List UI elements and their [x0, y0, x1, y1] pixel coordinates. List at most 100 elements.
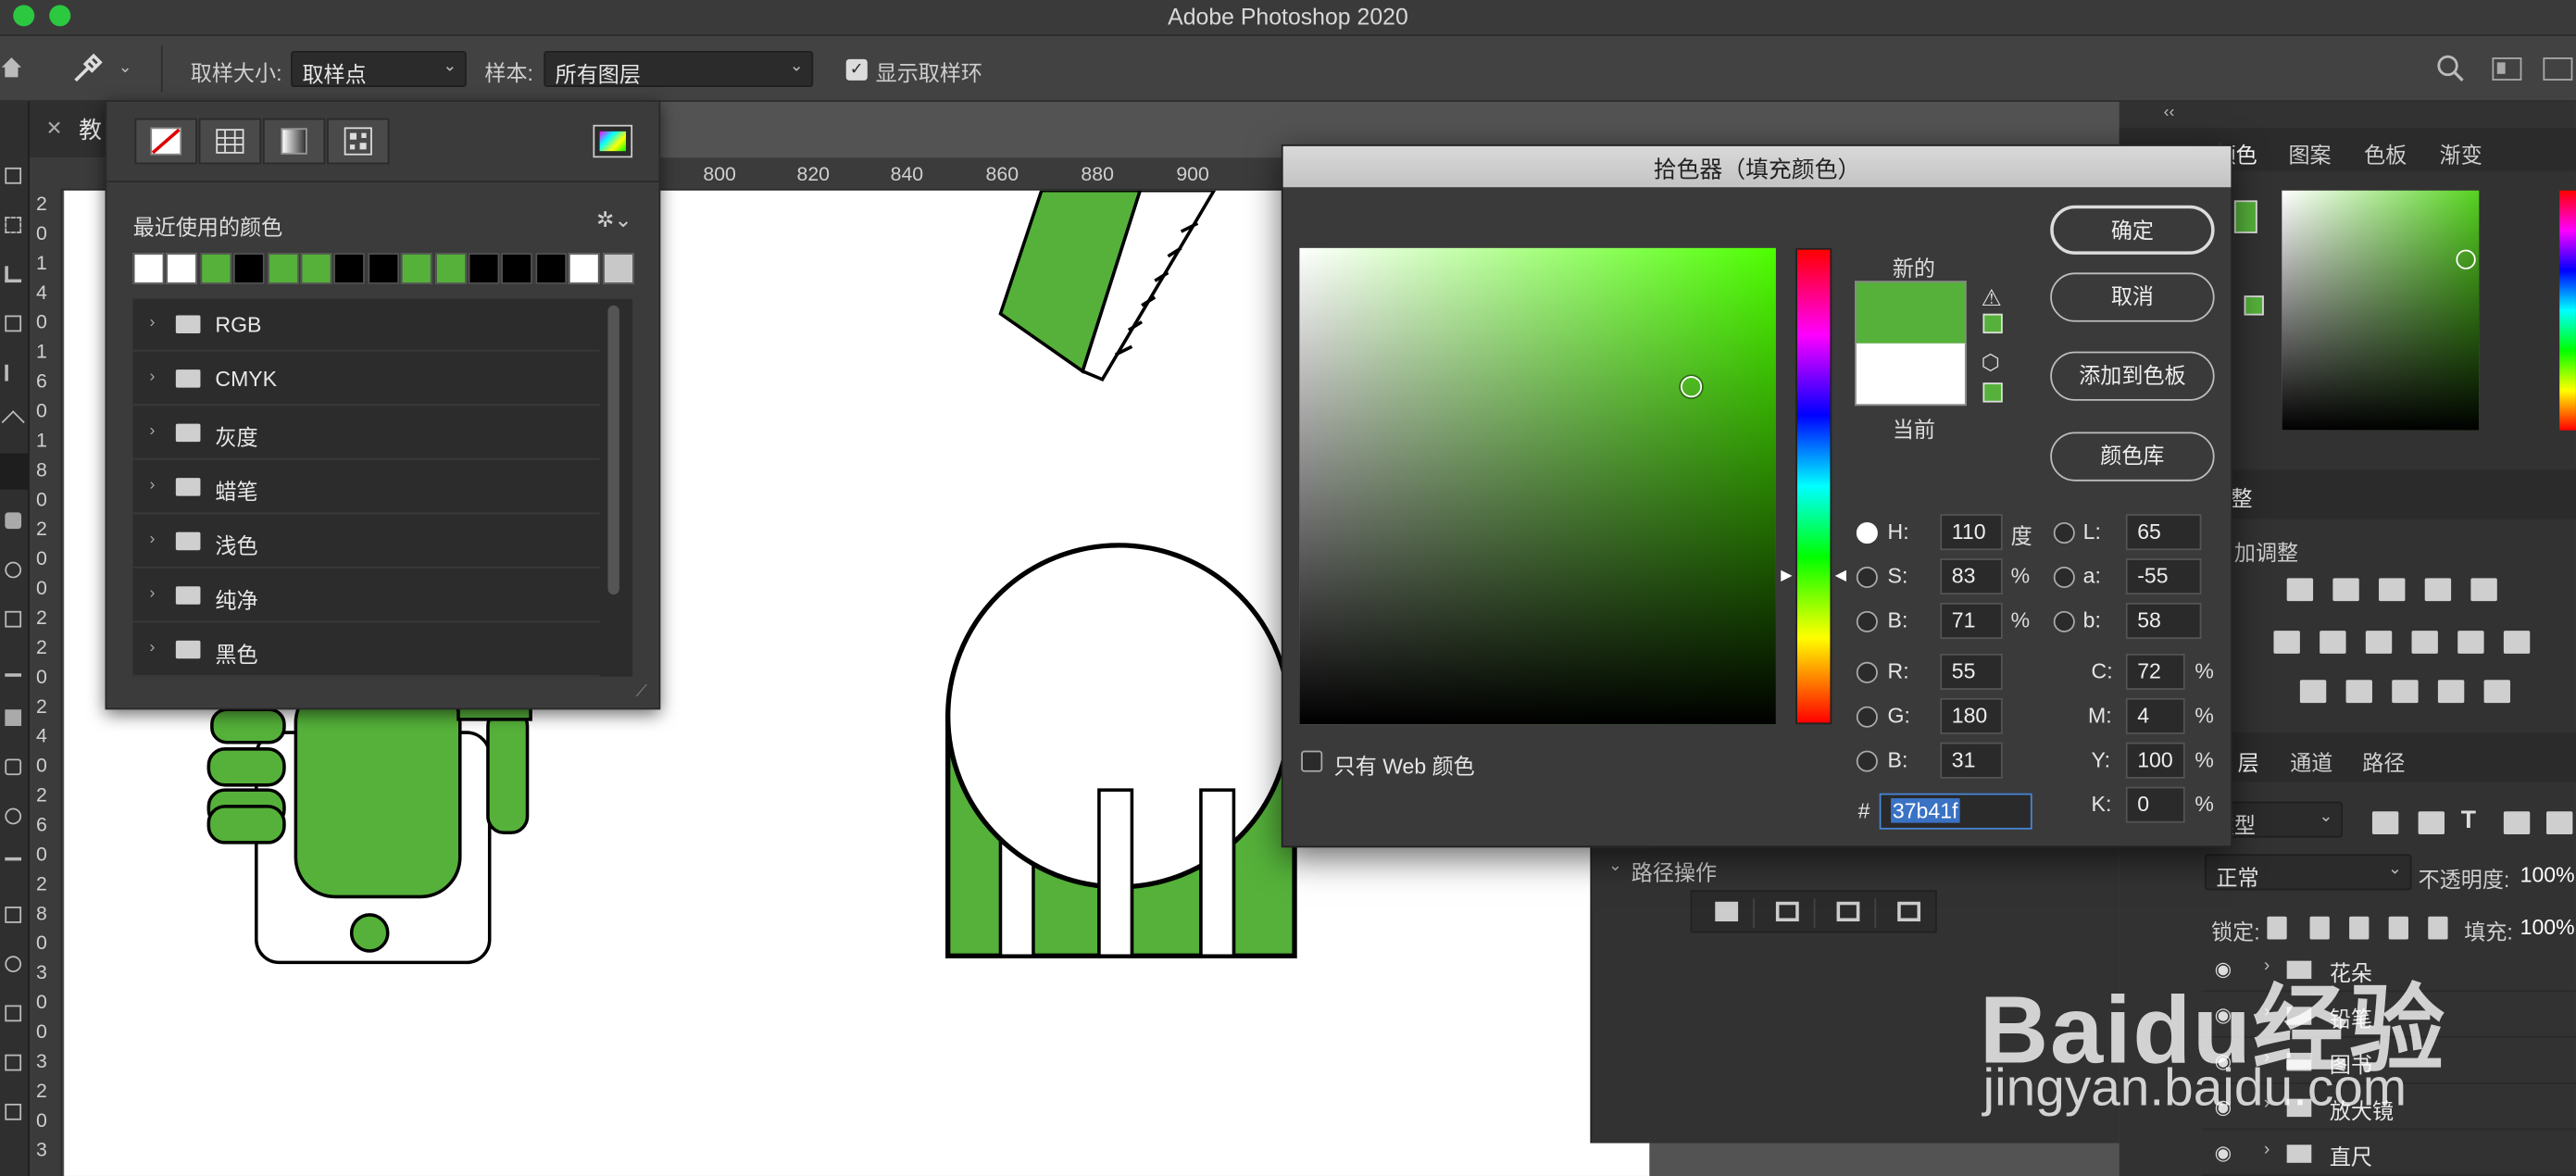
- gradient-map-icon[interactable]: [2483, 680, 2510, 704]
- tab-swatches[interactable]: 色板: [2364, 138, 2407, 169]
- share-icon[interactable]: [2543, 57, 2573, 81]
- recent-color-swatch[interactable]: [333, 253, 366, 284]
- black-input[interactable]: 0: [2125, 786, 2185, 823]
- resize-grip-icon[interactable]: ⟋: [636, 683, 647, 702]
- more-tools-icon[interactable]: [5, 1054, 22, 1071]
- out-of-gamut-warning-icon[interactable]: ⚠: [1982, 284, 2002, 312]
- transform-tool-icon[interactable]: [1, 410, 25, 434]
- fill-value[interactable]: 100%: [2520, 915, 2575, 940]
- sample-dropdown[interactable]: 所有图层 ⌄: [544, 50, 814, 88]
- exclude-shape-button[interactable]: [1888, 898, 1934, 928]
- gear-icon[interactable]: ✲⌄: [596, 206, 632, 232]
- ruler-tool-icon[interactable]: [5, 364, 21, 382]
- sample-size-dropdown[interactable]: 取样点 ⌄: [291, 50, 467, 88]
- recent-color-swatch[interactable]: [267, 253, 299, 284]
- b-channel-input[interactable]: 58: [2125, 602, 2202, 639]
- type-filter-icon[interactable]: T: [2461, 807, 2476, 834]
- gradient-button[interactable]: [262, 118, 326, 165]
- tab-channels[interactable]: 通道: [2290, 745, 2332, 777]
- history-tool-icon[interactable]: [5, 660, 22, 677]
- web-colors-only-checkbox[interactable]: [1301, 750, 1323, 772]
- color-libraries-button[interactable]: 颜色库: [2050, 432, 2215, 482]
- cancel-button[interactable]: 取消: [2050, 272, 2215, 322]
- eyedropper-tool-selected[interactable]: [0, 453, 30, 490]
- posterize-icon[interactable]: [2345, 680, 2372, 704]
- curves-icon[interactable]: [2379, 578, 2406, 602]
- collapse-panels-icon[interactable]: ‹‹: [2164, 104, 2175, 122]
- scrollbar[interactable]: [607, 305, 619, 595]
- lasso-tool-icon[interactable]: [5, 217, 22, 233]
- recent-color-swatch[interactable]: [468, 253, 500, 284]
- vibrance-icon[interactable]: [2470, 578, 2497, 602]
- eyedropper-tool-icon[interactable]: [69, 51, 106, 87]
- brightness-icon[interactable]: [2286, 578, 2314, 602]
- blue-radio[interactable]: [1856, 750, 1878, 772]
- cyan-input[interactable]: 72: [2125, 653, 2185, 690]
- type-tool-icon[interactable]: [5, 857, 22, 874]
- yellow-input[interactable]: 100: [2125, 742, 2185, 779]
- marquee-tool-icon[interactable]: [5, 167, 22, 184]
- lightness-radio[interactable]: [2053, 522, 2075, 544]
- color-picker-button[interactable]: [593, 124, 633, 158]
- lock-transparency-icon[interactable]: [2267, 916, 2287, 940]
- web-safe-cube-icon[interactable]: ⬡: [1982, 350, 2000, 376]
- hue-radio[interactable]: [1856, 522, 1878, 544]
- selective-color-icon[interactable]: [2437, 680, 2465, 704]
- recent-color-swatch[interactable]: [166, 253, 198, 284]
- folder-pastel[interactable]: › 蜡笔: [132, 461, 600, 515]
- exposure-icon[interactable]: [2424, 578, 2452, 602]
- lock-artboard-icon[interactable]: [2388, 916, 2408, 940]
- threshold-icon[interactable]: [2392, 680, 2419, 704]
- chevron-right-icon[interactable]: ›: [2264, 1140, 2270, 1159]
- search-icon[interactable]: [2436, 55, 2466, 84]
- a-channel-input[interactable]: -55: [2125, 558, 2202, 595]
- hand-tool-icon[interactable]: [5, 1005, 22, 1022]
- saturation-input[interactable]: 83: [1940, 558, 2003, 595]
- eraser-tool-icon[interactable]: [5, 512, 22, 530]
- opacity-value[interactable]: 100%: [2520, 862, 2575, 887]
- home-icon[interactable]: [0, 56, 23, 79]
- hue-input[interactable]: 110: [1940, 514, 2003, 551]
- hue-slider[interactable]: [1795, 247, 1832, 725]
- hex-input[interactable]: 37b41f: [1879, 793, 2032, 830]
- folder-rgb[interactable]: › RGB: [132, 298, 600, 352]
- b-channel-radio[interactable]: [2053, 610, 2075, 632]
- chevron-down-icon[interactable]: ⌄: [1608, 857, 1622, 876]
- fill-tool-icon[interactable]: [5, 709, 22, 726]
- recent-color-swatch[interactable]: [132, 253, 165, 284]
- add-to-swatches-button[interactable]: 添加到色板: [2050, 351, 2215, 401]
- eye-icon[interactable]: ◉: [2215, 1142, 2232, 1165]
- folder-cmyk[interactable]: › CMYK: [132, 353, 600, 407]
- green-radio[interactable]: [1856, 706, 1878, 728]
- quick-mask-icon[interactable]: [5, 1103, 22, 1120]
- foreground-color-swatch[interactable]: [2233, 200, 2257, 233]
- recent-color-swatch[interactable]: [535, 253, 567, 284]
- path-select-tool-icon[interactable]: [5, 907, 22, 923]
- tab-patterns[interactable]: 图案: [2288, 138, 2331, 169]
- shape-filter-icon[interactable]: [2503, 811, 2531, 835]
- recent-color-swatch[interactable]: [200, 253, 231, 284]
- crop-tool-icon[interactable]: [5, 266, 22, 283]
- levels-icon[interactable]: [2332, 578, 2359, 602]
- brush-tool-icon[interactable]: [5, 561, 22, 579]
- folder-black[interactable]: › 黑色: [132, 624, 600, 677]
- web-safe-swatch[interactable]: [1982, 382, 2003, 403]
- clone-tool-icon[interactable]: [5, 610, 22, 628]
- hue-slider-left-arrow-icon[interactable]: ▶: [1781, 567, 1792, 585]
- lock-all-icon[interactable]: [2428, 916, 2448, 940]
- magenta-input[interactable]: 4: [2125, 697, 2185, 734]
- a-channel-radio[interactable]: [2053, 566, 2075, 588]
- photo-filter-icon[interactable]: [2411, 631, 2438, 654]
- green-input[interactable]: 180: [1940, 697, 2003, 734]
- tab-paths[interactable]: 路径: [2362, 745, 2405, 777]
- channel-mixer-icon[interactable]: [2457, 631, 2484, 654]
- frame-tool-icon[interactable]: [5, 315, 22, 332]
- adjustment-filter-icon[interactable]: [2418, 811, 2445, 835]
- color-balance-icon[interactable]: [2320, 631, 2346, 654]
- recent-color-swatch[interactable]: [233, 253, 265, 284]
- black-white-icon[interactable]: [2365, 631, 2393, 654]
- ok-button[interactable]: 确定: [2050, 205, 2215, 255]
- close-tab-icon[interactable]: ✕: [46, 117, 63, 140]
- layer-row[interactable]: ◉ › 直尺: [2201, 1130, 2576, 1176]
- solid-color-button[interactable]: [198, 118, 262, 165]
